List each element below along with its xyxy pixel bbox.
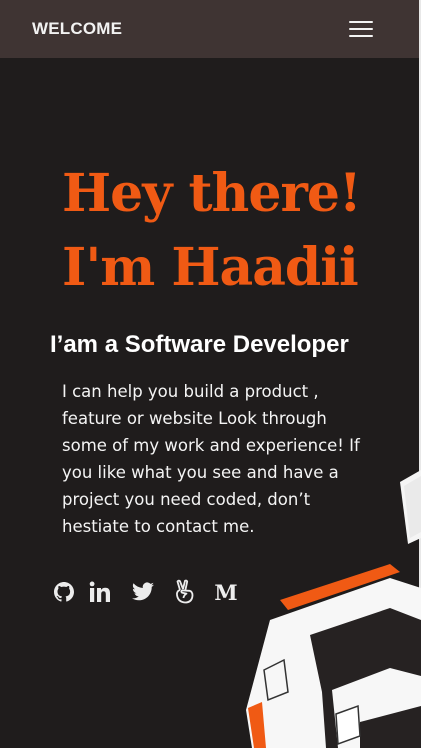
menu-bar bbox=[349, 21, 373, 24]
medium-glyph: M bbox=[214, 579, 238, 605]
brand-title[interactable]: WELCOME bbox=[32, 19, 122, 39]
job-title: I’am a Software Developer bbox=[50, 331, 349, 358]
menu-bar bbox=[349, 35, 373, 38]
angellist-icon[interactable] bbox=[171, 578, 199, 606]
menu-bar bbox=[349, 28, 373, 31]
hero-heading-line-1: Hey there! bbox=[62, 163, 362, 224]
top-navbar: WELCOME bbox=[0, 0, 419, 58]
hamburger-menu-icon[interactable] bbox=[349, 20, 373, 38]
decorative-shapes bbox=[246, 470, 421, 748]
hero-heading-line-2: I'm Haadii bbox=[62, 237, 359, 298]
twitter-icon[interactable] bbox=[129, 578, 157, 606]
github-icon[interactable] bbox=[50, 578, 78, 606]
medium-icon[interactable]: M bbox=[212, 578, 240, 606]
linkedin-icon[interactable] bbox=[86, 578, 114, 606]
